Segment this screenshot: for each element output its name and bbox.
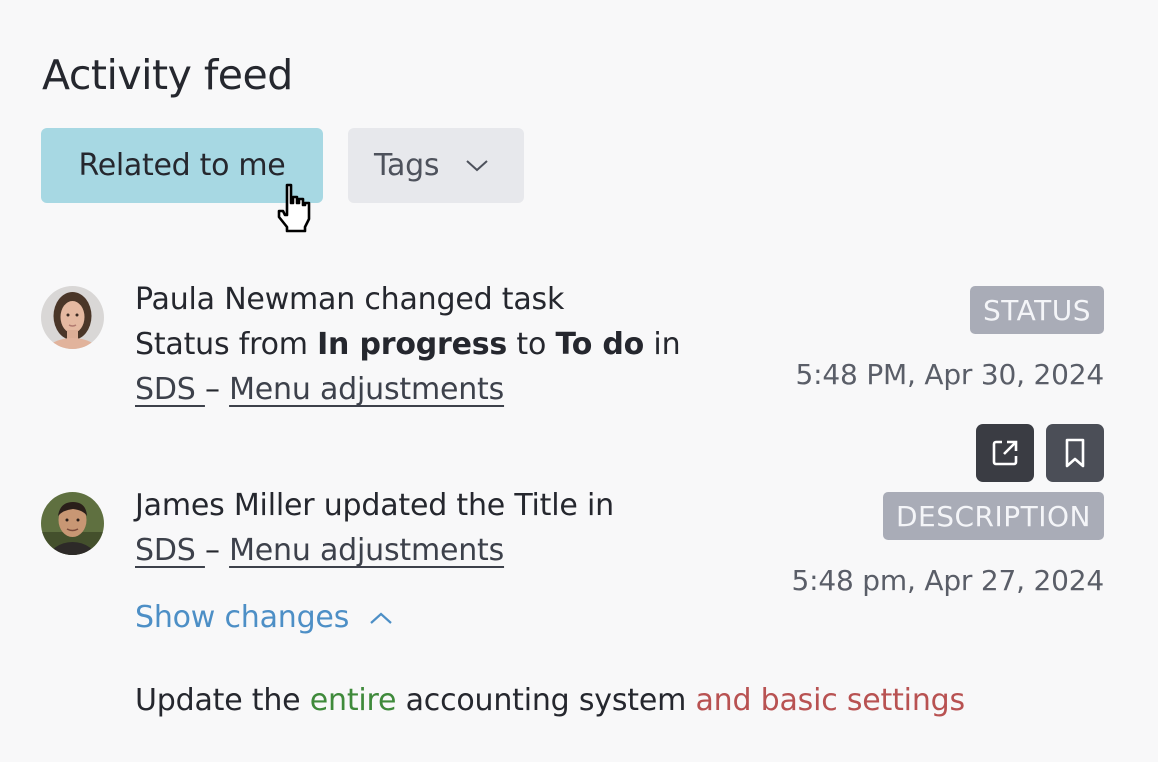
external-link-icon xyxy=(992,440,1018,466)
diff-text: accounting system xyxy=(396,683,696,718)
avatar-man-icon xyxy=(41,492,104,555)
project-link[interactable]: SDS xyxy=(135,372,205,407)
chevron-down-icon xyxy=(466,159,488,171)
from-status: In progress xyxy=(317,327,508,362)
bookmark-icon xyxy=(1065,438,1085,468)
task-link[interactable]: Menu adjustments xyxy=(229,372,504,407)
entry-status-change: Status from In progress to To do in xyxy=(135,322,755,367)
activity-entry-text: James Miller updated the Title in SDS – … xyxy=(135,483,755,573)
chevron-up-icon xyxy=(370,612,392,624)
entry-summary: James Miller updated the Title in xyxy=(135,488,614,523)
task-link[interactable]: Menu adjustments xyxy=(229,533,504,568)
open-button[interactable] xyxy=(976,424,1034,482)
diff-text: Update the xyxy=(135,683,310,718)
status-badge: STATUS xyxy=(969,286,1104,334)
entry-location: SDS – Menu adjustments xyxy=(135,528,755,573)
hand-cursor-icon xyxy=(277,183,311,233)
bookmark-button[interactable] xyxy=(1046,424,1104,482)
avatar-woman-icon xyxy=(41,286,104,349)
show-changes-label: Show changes xyxy=(135,600,350,635)
description-badge: DESCRIPTION xyxy=(882,492,1104,540)
timestamp: 5:48 pm, Apr 27, 2024 xyxy=(791,564,1105,597)
tags-dropdown[interactable]: Tags xyxy=(348,128,524,203)
to-word: to xyxy=(507,327,556,362)
separator: – xyxy=(204,372,230,407)
tags-label: Tags xyxy=(374,148,440,183)
diff-added: entire xyxy=(309,683,397,718)
project-link[interactable]: SDS xyxy=(135,533,205,568)
diff-removed: and basic settings xyxy=(695,683,965,718)
activity-entry-text: Paula Newman changed task Status from In… xyxy=(135,277,755,412)
show-changes-toggle[interactable]: Show changes xyxy=(135,600,393,635)
status-prefix: Status from xyxy=(135,327,318,362)
avatar[interactable] xyxy=(41,492,104,555)
avatar[interactable] xyxy=(41,286,104,349)
in-word: in xyxy=(644,327,681,362)
separator: – xyxy=(204,533,230,568)
entry-location: SDS – Menu adjustments xyxy=(135,367,755,412)
timestamp: 5:48 PM, Apr 30, 2024 xyxy=(795,358,1105,391)
change-diff: Update the entire accounting system and … xyxy=(135,683,965,718)
page-title: Activity feed xyxy=(42,51,293,99)
to-status: To do xyxy=(555,327,645,362)
entry-summary: Paula Newman changed task xyxy=(135,282,565,317)
